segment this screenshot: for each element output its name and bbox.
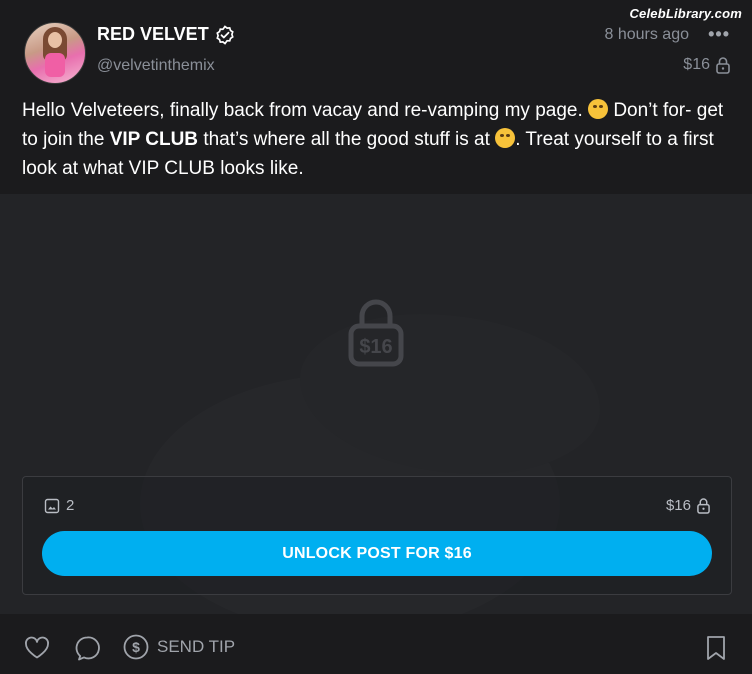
media-count: 2 (44, 497, 74, 514)
svg-text:$: $ (132, 639, 140, 655)
post-text-line1a: Hello Velveteers, finally back from vaca… (22, 100, 583, 121)
avatar[interactable] (24, 22, 86, 84)
post-price: $16 (683, 56, 730, 74)
lock-icon (697, 497, 710, 514)
post-text-line1b: Don’t for- (613, 100, 692, 121)
more-options-icon[interactable]: ••• (708, 24, 730, 45)
padlock-price: $16 (359, 336, 392, 358)
post-price-text: $16 (683, 56, 710, 73)
vip-club-text: VIP CLUB (109, 129, 199, 150)
heart-icon[interactable] (24, 636, 50, 660)
image-icon (44, 498, 60, 513)
padlock-icon: $16 (348, 299, 404, 367)
author-name-text[interactable]: RED VELVET (97, 24, 209, 45)
dollar-circle-icon: $ (123, 634, 149, 660)
post-text-line2c: . Treat yourself to (515, 129, 662, 150)
media-count-text: 2 (66, 497, 75, 514)
comment-icon[interactable] (74, 635, 100, 661)
smiling-emoji-icon (588, 99, 609, 119)
post-text: Hello Velveteers, finally back from vaca… (22, 96, 734, 183)
send-tip-label: SEND TIP (157, 637, 236, 656)
post-time[interactable]: 8 hours ago (604, 26, 689, 44)
post-header: RED VELVET @velvetinthemix 8 hours ago •… (0, 0, 752, 92)
winking-emoji-icon (495, 128, 516, 148)
author-handle[interactable]: @velvetinthemix (97, 57, 215, 75)
post-actions: $ SEND TIP (0, 614, 752, 674)
unlock-post-button[interactable]: UNLOCK POST FOR $16 (42, 531, 712, 576)
bookmark-icon[interactable] (706, 635, 726, 661)
unlock-panel: 2 $16 UNLOCK POST FOR $16 (22, 476, 732, 595)
post-text-line2b: that’s where all the good stuff is at (203, 129, 490, 150)
send-tip-button[interactable]: $ SEND TIP (123, 634, 235, 660)
author-name[interactable]: RED VELVET (97, 24, 235, 45)
lock-icon (716, 56, 730, 74)
post-card: CelebLibrary.com RED VELVET @velvetinthe… (0, 0, 752, 674)
panel-price-text: $16 (665, 497, 691, 514)
verified-check-icon (215, 24, 234, 45)
panel-price: $16 (666, 497, 710, 514)
